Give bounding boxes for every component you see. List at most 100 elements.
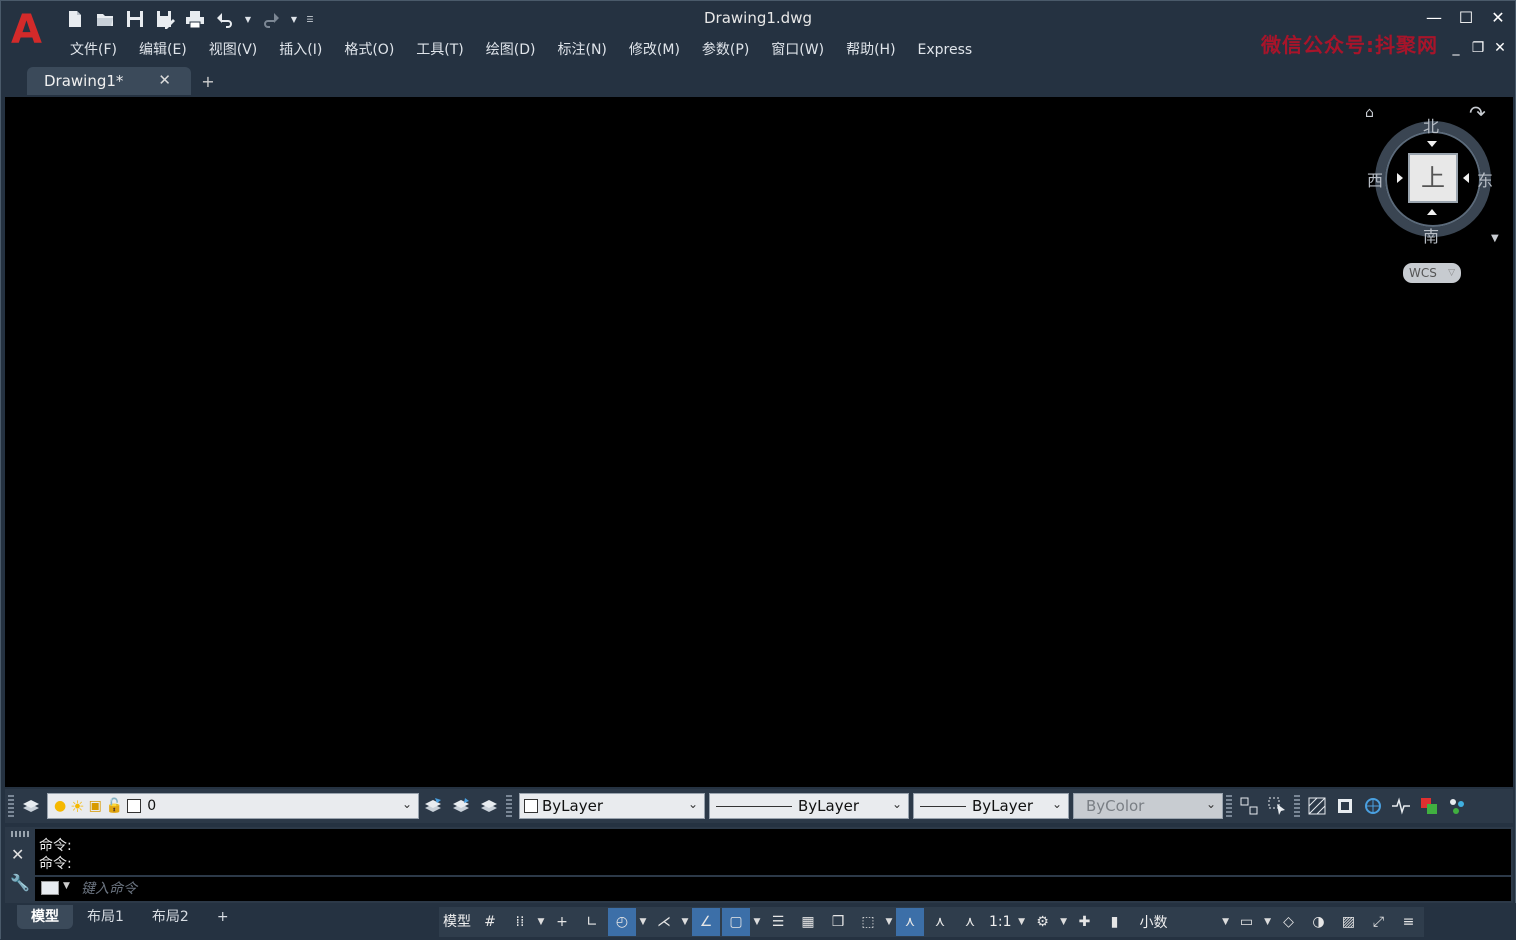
match-properties-icon[interactable] (1416, 793, 1442, 819)
menu-window[interactable]: 窗口(W) (760, 37, 835, 63)
annotation-scale-value[interactable]: 1:1 (985, 908, 1016, 936)
cube-top-face[interactable]: 上 (1408, 153, 1458, 203)
units-dropdown-icon[interactable]: ▼ (1220, 917, 1232, 927)
isolate-objects-icon[interactable]: ◇ (1275, 908, 1303, 936)
workspace-gear-icon[interactable]: ⚙ (1029, 908, 1057, 936)
transparency-icon[interactable]: ▦ (794, 908, 822, 936)
fullscreen-icon[interactable]: ⤢ (1365, 908, 1393, 936)
undo-icon[interactable] (213, 7, 237, 31)
minimize-icon[interactable]: — (1425, 7, 1443, 27)
doc-close-icon[interactable]: ✕ (1493, 39, 1507, 57)
lineweight-icon[interactable]: ☰ (764, 908, 792, 936)
recent-commands-icon[interactable]: ▼ (63, 881, 70, 891)
workspace-dropdown-icon[interactable]: ▼ (1058, 917, 1070, 927)
menu-file[interactable]: 文件(F) (59, 37, 128, 63)
viewcube-menu-icon[interactable]: ▼ (1491, 233, 1499, 244)
compass-south[interactable]: 南 (1423, 223, 1439, 247)
isometric-dropdown-icon[interactable]: ▼ (679, 917, 691, 927)
new-icon[interactable] (63, 7, 87, 31)
customization-menu-icon[interactable]: ≡ (1395, 908, 1423, 936)
toolbar-grip[interactable] (8, 795, 14, 817)
object-snap-dropdown-icon[interactable]: ▼ (751, 917, 763, 927)
menu-parametric[interactable]: 参数(P) (691, 37, 760, 63)
color-dropdown[interactable]: ByLayer ⌄ (519, 793, 705, 819)
viewcube[interactable]: ⌂ ↷ 北 南 东 西 上 ▼ WCS ▽ (1365, 101, 1515, 291)
linetype-dropdown[interactable]: ByLayer ⌄ (709, 793, 909, 819)
wrench-icon[interactable]: 🔧 (10, 873, 30, 892)
toolbar-grip[interactable] (506, 795, 512, 817)
dimension-style-icon[interactable] (1236, 793, 1262, 819)
doc-minimize-icon[interactable]: _ (1449, 39, 1463, 57)
quick-select-icon[interactable] (1264, 793, 1290, 819)
layer-properties-icon[interactable] (18, 793, 44, 819)
globe-icon[interactable] (1360, 793, 1386, 819)
save-icon[interactable] (123, 7, 147, 31)
hatch-icon[interactable] (1304, 793, 1330, 819)
open-icon[interactable] (93, 7, 117, 31)
layer-previous-icon[interactable] (448, 793, 474, 819)
drawing-canvas[interactable] (5, 97, 1513, 787)
close-command-icon[interactable]: ✕ (11, 845, 24, 864)
make-current-layer-icon[interactable] (420, 793, 446, 819)
annotate-plus-icon[interactable]: ✚ (1071, 908, 1099, 936)
tool-palettes-icon[interactable] (1444, 793, 1470, 819)
annotation-visibility-icon[interactable]: ⋏ (896, 908, 924, 936)
polar-dropdown-icon[interactable]: ▼ (637, 917, 649, 927)
tab-layout2[interactable]: 布局2 (138, 905, 203, 929)
object-snap-tracking-icon[interactable]: ∠ (692, 908, 720, 936)
isometric-icon[interactable]: ⋌ (650, 908, 678, 936)
tab-model[interactable]: 模型 (17, 905, 73, 929)
arrow-down-icon[interactable] (1427, 141, 1437, 147)
customize-icon[interactable]: ☰ (305, 7, 315, 31)
annotation-dropdown-icon[interactable]: ▼ (883, 917, 895, 927)
tab-drawing1[interactable]: Drawing1* ✕ (27, 67, 191, 95)
units-ruler-icon[interactable]: ▮ (1101, 908, 1129, 936)
redo-dropdown-icon[interactable]: ▼ (289, 7, 299, 31)
units-value[interactable]: 小数 (1130, 912, 1220, 932)
snap-icon[interactable]: ⁞⁞ (506, 908, 534, 936)
ortho-icon[interactable]: ∟ (578, 908, 606, 936)
menu-edit[interactable]: 编辑(E) (128, 37, 198, 63)
command-input[interactable] (81, 878, 681, 900)
block-icon[interactable] (1332, 793, 1358, 819)
menu-modify[interactable]: 修改(M) (618, 37, 691, 63)
snap-dropdown-icon[interactable]: ▼ (535, 917, 547, 927)
command-prompt-icon[interactable] (41, 881, 59, 895)
compass-west[interactable]: 西 (1367, 167, 1383, 191)
polar-tracking-icon[interactable]: ◴ (608, 908, 636, 936)
undo-dropdown-icon[interactable]: ▼ (243, 7, 253, 31)
quick-properties-dropdown-icon[interactable]: ▼ (1262, 917, 1274, 927)
toolbar-grip[interactable] (1294, 795, 1300, 817)
auto-scale-icon[interactable]: ⋏ (926, 908, 954, 936)
scale-dropdown-icon[interactable]: ▼ (1016, 917, 1028, 927)
arrow-right-icon[interactable] (1397, 173, 1403, 183)
menu-insert[interactable]: 插入(I) (268, 37, 333, 63)
arrow-left-icon[interactable] (1463, 173, 1469, 183)
rotate-icon[interactable]: ↷ (1469, 101, 1486, 125)
clean-screen-toggle-icon[interactable]: ▨ (1335, 908, 1363, 936)
object-snap-icon[interactable]: ▢ (722, 908, 750, 936)
tab-layout1[interactable]: 布局1 (73, 905, 138, 929)
annotation-monitor-icon[interactable]: ⬚ (854, 908, 882, 936)
wave-icon[interactable] (1388, 793, 1414, 819)
layer-state-icon[interactable] (476, 793, 502, 819)
graphics-performance-icon[interactable]: ◑ (1305, 908, 1333, 936)
doc-restore-icon[interactable]: ❐ (1471, 39, 1485, 57)
model-space-button[interactable]: 模型 (439, 908, 475, 936)
selection-cycling-icon[interactable]: ❒ (824, 908, 852, 936)
menu-express[interactable]: Express (907, 37, 984, 63)
tab-close-icon[interactable]: ✕ (158, 71, 171, 89)
menu-dimension[interactable]: 标注(N) (547, 37, 618, 63)
menu-view[interactable]: 视图(V) (198, 37, 269, 63)
menu-tools[interactable]: 工具(T) (405, 37, 474, 63)
compass-east[interactable]: 东 (1477, 167, 1493, 191)
redo-icon[interactable] (259, 7, 283, 31)
arrow-up-icon[interactable] (1427, 209, 1437, 215)
grid-icon[interactable]: # (476, 908, 504, 936)
wcs-menu[interactable]: WCS ▽ (1403, 263, 1461, 283)
toolbar-grip[interactable] (1226, 795, 1232, 817)
menu-format[interactable]: 格式(O) (333, 37, 405, 63)
save-as-icon[interactable] (153, 7, 177, 31)
close-icon[interactable]: ✕ (1489, 7, 1507, 27)
menu-help[interactable]: 帮助(H) (835, 37, 906, 63)
